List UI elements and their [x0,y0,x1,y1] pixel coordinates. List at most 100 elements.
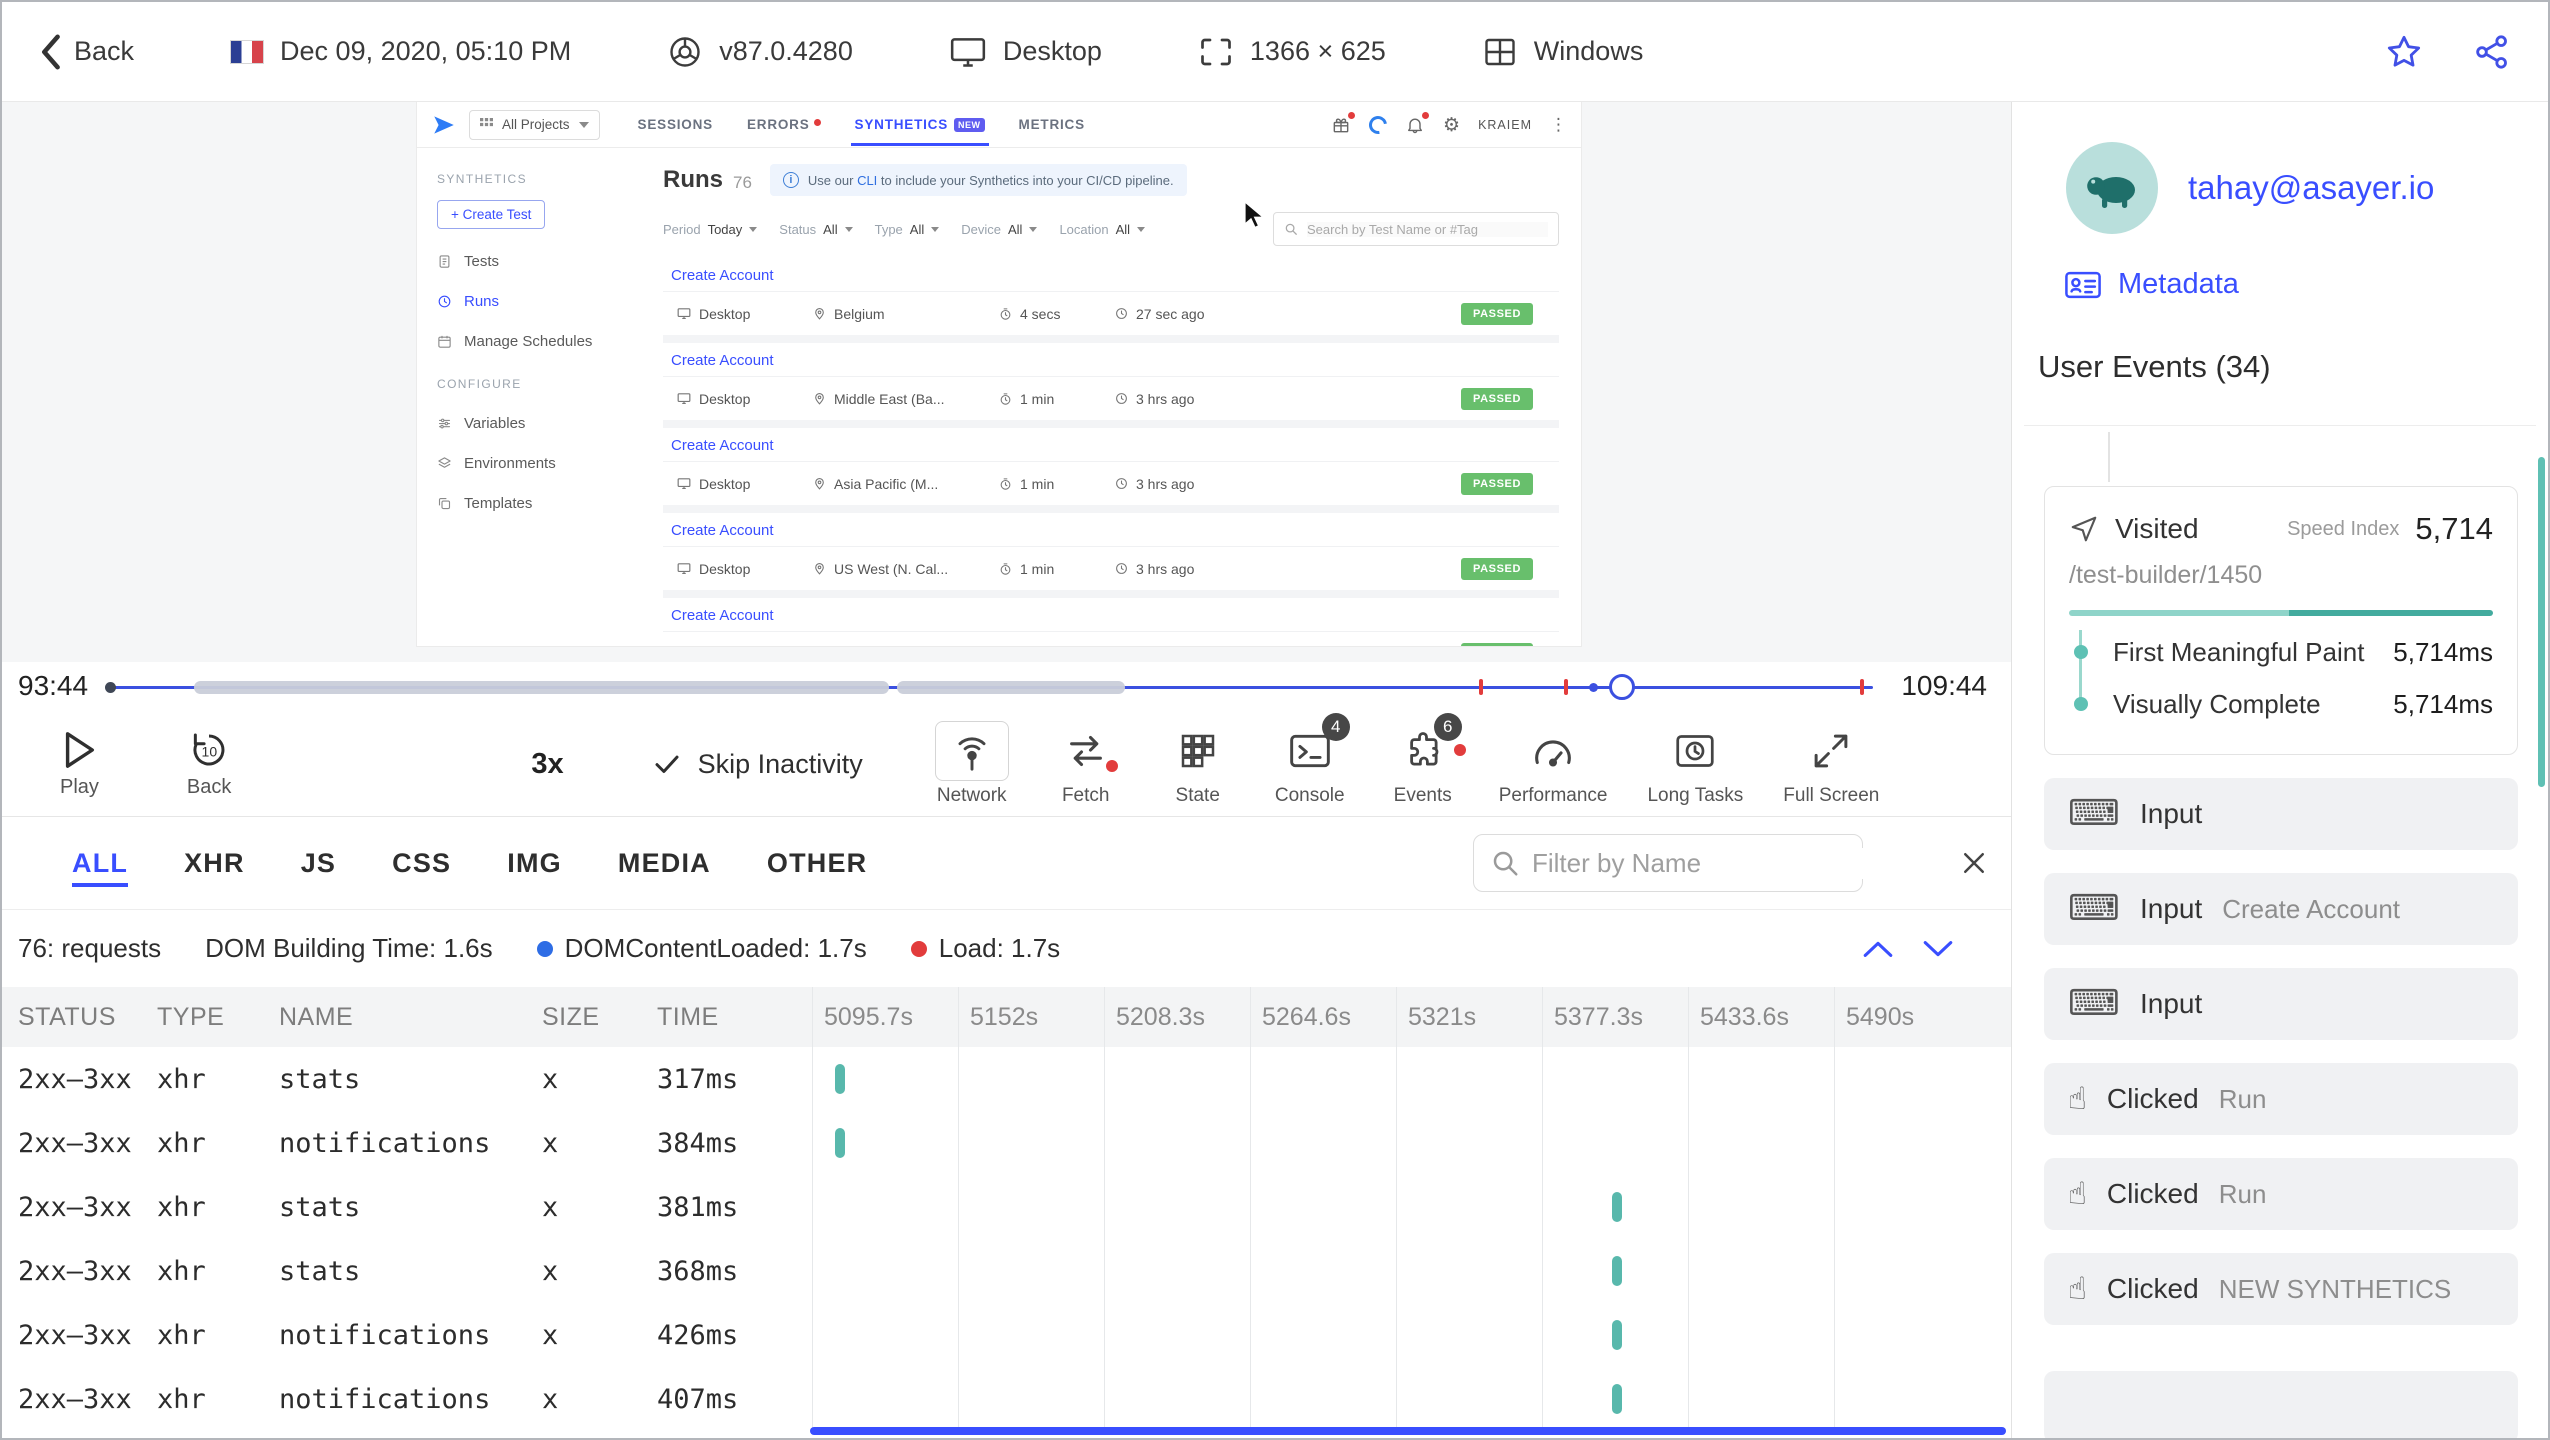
click-event-card[interactable]: ☝ Clicked Run [2044,1063,2518,1135]
skip-inactivity-toggle[interactable]: Skip Inactivity [652,749,863,780]
layers-icon [438,456,451,468]
error-dot [813,119,821,126]
input-event-card[interactable]: ⌨ Input [2044,968,2518,1040]
tab-other[interactable]: OTHER [767,822,868,905]
run-row: Desktop Asia Pacific (M... 1 min 3 hrs a… [663,461,1559,505]
clock-icon [1116,478,1127,489]
tab-all[interactable]: ALL [72,822,129,905]
mouse-cursor-icon [1244,200,1265,229]
event-card[interactable] [2044,1371,2518,1438]
paint-metrics: First Meaningful Paint 5,714ms Visually … [2069,626,2493,730]
metadata-button[interactable]: Metadata [2064,268,2548,301]
run-name-link: Create Account [671,267,774,284]
panel-scrollbar[interactable] [2538,457,2545,787]
history-icon [438,295,451,307]
network-panel-button[interactable]: Network [915,721,1029,807]
fullscreen-button[interactable]: Full Screen [1763,721,1899,807]
tab-css[interactable]: CSS [392,822,451,905]
click-event-card[interactable]: ☝ Clicked Run [2044,1158,2518,1230]
run-group: Create Account Desktop Middle East (Ba..… [663,343,1559,420]
network-filter-tabs: ALL XHR JS CSS IMG MEDIA OTHER [2,817,2011,910]
event-marker-red[interactable] [1860,679,1864,695]
tab-sessions: SESSIONS [637,117,713,132]
rewind-10-icon: 10 [193,733,225,766]
sidebar-section-synthetics: SYNTHETICS [437,172,528,186]
back-10s-button[interactable]: 10 Back [187,729,231,799]
playback-speed-button[interactable]: 3x [531,748,563,781]
replay-stage[interactable]: All Projects SESSIONS ERRORS SYNTHETICS N… [2,102,2011,662]
search-icon [1285,223,1297,235]
horizontal-scrollbar[interactable] [810,1427,2006,1435]
console-panel-button[interactable]: 4 Console [1253,713,1367,807]
test-search-input [1273,212,1559,246]
inactivity-bar [897,681,1125,694]
performance-panel-button[interactable]: Performance [1479,721,1628,807]
share-icon[interactable] [2472,32,2512,72]
kebab-menu-icon: ⋮ [1550,114,1567,135]
pointer-hand-icon: ☝ [2068,1175,2087,1212]
timeline-track[interactable] [105,674,1873,700]
dom-building-time: DOM Building Time: 1.6s [205,933,493,963]
run-group: Create Account Desktop Asia Pacific (M..… [663,428,1559,505]
visited-event-card[interactable]: Visited Speed Index 5,714 /test-builder/… [2044,486,2518,755]
gauge-icon [1535,740,1571,767]
tab-xhr[interactable]: XHR [184,822,245,905]
run-group: Create Account Desktop US West (N. Cal..… [663,513,1559,590]
event-marker-red[interactable] [1479,679,1483,695]
tab-synthetics: SYNTHETICS NEW [850,117,989,146]
click-event-card[interactable]: ☝ Clicked NEW SYNTHETICS [2044,1253,2518,1325]
events-panel-button[interactable]: 6 Events [1367,713,1479,807]
request-row[interactable]: 2xx–3xx xhr stats x 381ms [2,1175,2011,1239]
chevron-down-icon[interactable] [1921,938,1955,960]
event-marker-red[interactable] [1564,679,1568,695]
tab-js[interactable]: JS [301,822,336,905]
request-row[interactable]: 2xx–3xx xhr stats x 317ms [2,1047,2011,1111]
player-timeline[interactable]: 93:44 109:44 [2,662,2011,712]
current-time: 93:44 [18,670,89,701]
device-type: Desktop [949,35,1102,69]
close-icon [1964,853,1984,873]
sidebar-item-tests: Tests [437,241,627,281]
request-row[interactable]: 2xx–3xx xhr notifications x 407ms [2,1367,2011,1431]
play-button[interactable]: Play [60,729,99,799]
status-badge: PASSED [1460,472,1533,495]
close-panel-button[interactable] [1959,848,1989,878]
search-icon [1493,851,1518,876]
filter-type: Type All [875,222,940,237]
long-tasks-panel-button[interactable]: Long Tasks [1627,721,1763,807]
request-row[interactable]: 2xx–3xx xhr stats x 368ms [2,1239,2011,1303]
tab-errors: ERRORS [747,117,821,132]
back-button[interactable]: Back [38,33,134,71]
input-event-card[interactable]: ⌨ Input [2044,778,2518,850]
state-panel-button[interactable]: State [1143,721,1253,807]
browser-version: v87.0.4280 [667,34,853,70]
keyboard-icon: ⌨ [2068,888,2120,929]
tab-img[interactable]: IMG [507,822,562,905]
user-email[interactable]: tahay@asayer.io [2188,169,2434,207]
request-row[interactable]: 2xx–3xx xhr notifications x 384ms [2,1111,2011,1175]
chevron-up-icon[interactable] [1861,938,1895,960]
waterfall-tick-label: 5208.3s [1116,1003,1205,1031]
col-size: SIZE [542,1002,600,1031]
timeline-scrubber[interactable] [1609,674,1635,700]
check-icon [655,755,679,773]
favorite-star-icon[interactable] [2384,32,2424,72]
sidebar-item-templates: Templates [437,483,627,523]
request-waterfall-bar [1612,1256,1622,1286]
run-group: Create Account Desktop Belgium 4 secs 27… [663,258,1559,335]
tab-media[interactable]: MEDIA [618,822,711,905]
run-row: PASSED [663,631,1559,646]
sliders-icon [438,418,451,428]
stopwatch-icon [1000,562,1011,575]
keyboard-icon: ⌨ [2068,793,2120,834]
run-name-link: Create Account [671,437,774,454]
request-row[interactable]: 2xx–3xx xhr notifications x 426ms [2,1303,2011,1367]
file-icon [439,254,450,268]
browser-version-label: v87.0.4280 [719,36,853,66]
event-marker-blue[interactable] [1589,683,1598,692]
network-filter-input[interactable] [1473,834,1867,892]
fetch-panel-button[interactable]: Fetch [1029,721,1143,807]
gift-icon [1331,111,1356,135]
event-connector-line [2108,432,2110,482]
input-event-card[interactable]: ⌨ Input Create Account [2044,873,2518,945]
